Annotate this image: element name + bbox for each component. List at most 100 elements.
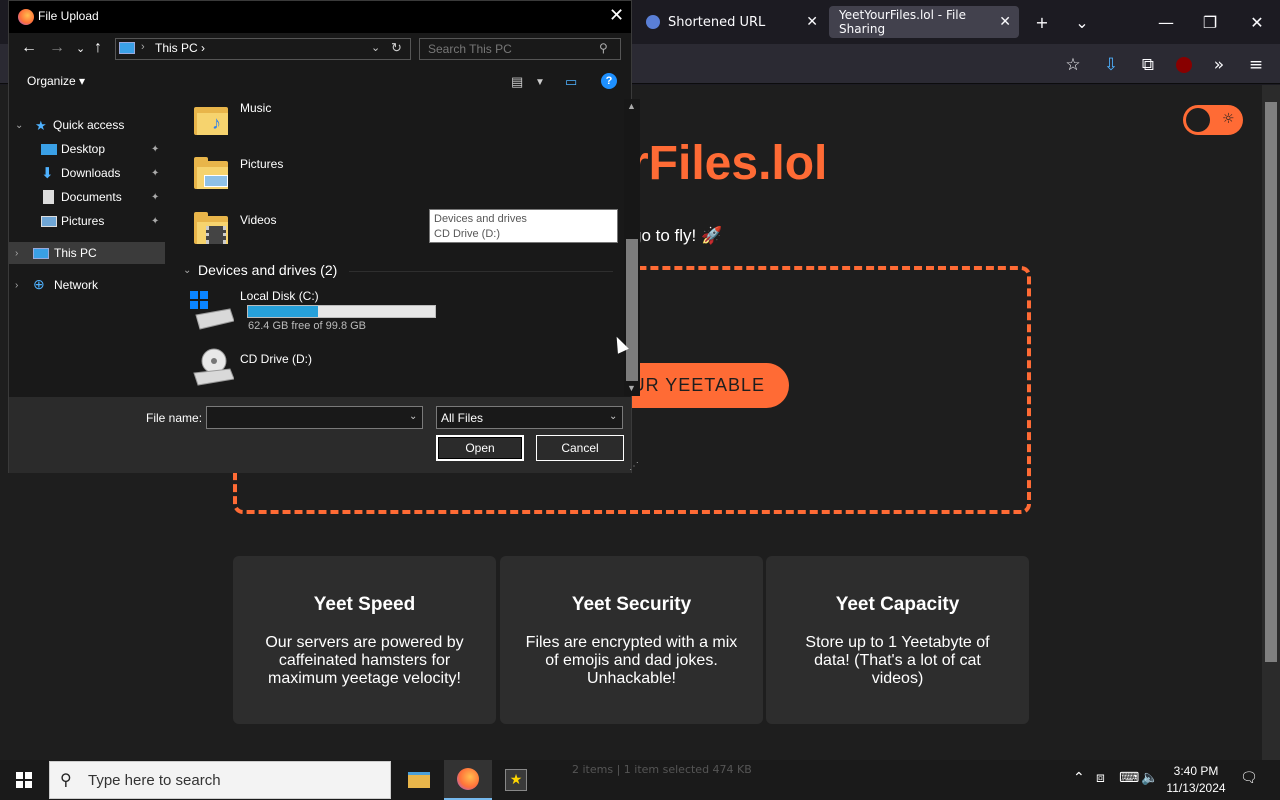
tray-security-icon[interactable]: ⧈ [1096,770,1105,786]
close-tab-icon[interactable]: ✕ [806,14,818,30]
document-icon [43,190,54,204]
group-collapse-chevron-icon[interactable]: ⌄ [183,265,191,276]
preview-pane-icon[interactable]: ▭ [565,74,577,90]
new-tab-button[interactable]: + [1032,12,1052,32]
refresh-icon[interactable]: ↻ [391,40,402,56]
minimize-icon[interactable]: — [1156,12,1176,32]
change-view-icon[interactable]: ▤ [511,74,523,90]
nav-quick-access[interactable]: ⌄ ★ Quick access [9,114,165,136]
address-dropdown-icon[interactable]: ⌄ [371,41,380,54]
file-type-select[interactable]: All Files [436,406,623,429]
forward-arrow-icon[interactable]: → [49,39,65,57]
nav-desktop[interactable]: Desktop ✦ [9,138,165,160]
app-taskbar-icon[interactable]: ★ [492,760,540,800]
file-name-dropdown-icon[interactable]: ⌄ [409,411,417,422]
star-icon: ★ [35,118,47,133]
tray-clock[interactable]: 3:40 PM 11/13/2024 [1166,763,1226,797]
nav-downloads[interactable]: ⬇ Downloads ✦ [9,162,165,184]
feature-text: Our servers are powered by caffeinated h… [265,634,464,687]
start-button[interactable] [0,760,48,800]
file-name-field[interactable] [206,406,423,429]
cd-drive-icon[interactable] [190,347,235,387]
feature-card-speed: Yeet Speed Our servers are powered by ca… [233,556,496,724]
back-arrow-icon[interactable]: ← [21,39,37,57]
close-window-icon[interactable]: ✕ [1247,12,1267,32]
folder-label-music[interactable]: Music [240,101,271,115]
nav-documents[interactable]: Documents ✦ [9,186,165,208]
tray-network-icon[interactable]: ⌨ [1119,770,1139,786]
computer-icon [119,42,135,54]
restore-icon[interactable]: ❐ [1200,12,1220,32]
pin-icon: ✦ [151,215,160,227]
tab-yeetyourfiles[interactable]: YeetYourFiles.lol - File Sharing ✕ [829,6,1019,38]
tray-volume-icon[interactable]: 🔈 [1141,770,1158,786]
cancel-button[interactable]: Cancel [536,435,624,461]
collapse-chevron-icon[interactable]: › [15,280,18,291]
clock-date: 11/13/2024 [1166,781,1226,795]
view-dropdown-icon[interactable]: ▼ [535,77,545,88]
expand-chevron-icon[interactable]: ⌄ [15,120,23,131]
clock-time: 3:40 PM [1173,764,1219,778]
site-title: rFiles.lol [630,137,828,190]
nav-this-pc[interactable]: › This PC [9,242,165,264]
help-icon[interactable]: ? [601,73,617,89]
file-list-scroll-thumb[interactable] [626,239,638,381]
pin-icon: ✦ [151,167,160,179]
bookmark-star-icon[interactable]: ☆ [1062,54,1084,76]
collapse-chevron-icon[interactable]: › [15,248,18,259]
overflow-chevron-icon[interactable]: » [1208,54,1230,76]
open-button[interactable]: Open [436,435,524,461]
search-input[interactable]: Search This PC [419,38,621,60]
globe-icon [646,15,660,29]
pictures-folder-icon[interactable] [194,155,228,189]
feature-title: Yeet Capacity [835,594,960,615]
organize-button[interactable]: Organize ▾ [27,74,85,88]
tray-chevron-up-icon[interactable]: ⌃ [1073,770,1085,786]
close-tab-icon[interactable]: ✕ [999,14,1011,30]
feature-text: Store up to 1 Yeetabyte of data! (That's… [805,634,990,687]
tab-shortened-url[interactable]: Shortened URL ✕ [636,6,826,38]
download-arrow-icon: ⬇ [41,165,54,182]
close-dialog-icon[interactable]: ✕ [609,5,624,26]
music-folder-icon[interactable]: ♪ [194,101,228,135]
folder-label-pictures[interactable]: Pictures [240,157,283,171]
recent-dropdown-icon[interactable]: ⌄ [76,42,85,55]
file-type-dropdown-icon[interactable]: ⌄ [609,411,617,422]
folder-label-videos[interactable]: Videos [240,213,276,227]
drive-free-space: 62.4 GB free of 99.8 GB [248,320,367,332]
scroll-down-icon[interactable]: ▼ [627,383,636,393]
breadcrumb[interactable]: This PC › [143,41,205,55]
chevron-down-icon[interactable]: ⌄ [1072,12,1092,32]
tab-title: Shortened URL [668,14,766,30]
page-scroll-thumb[interactable] [1265,102,1277,662]
feature-title: Yeet Speed [313,594,416,615]
search-icon: ⚲ [599,41,608,55]
feature-card-capacity: Yeet Capacity Store up to 1 Yeetabyte of… [766,556,1029,724]
drive-label-c[interactable]: Local Disk (C:) [240,289,319,303]
dialog-titlebar[interactable] [9,1,631,33]
ublock-icon[interactable] [1173,54,1195,76]
extensions-icon[interactable]: ⧉ [1137,54,1159,76]
taskbar-search-input[interactable]: Type here to search [49,761,391,799]
videos-folder-icon[interactable] [194,210,228,244]
nav-label: Documents [61,190,122,204]
resize-grip-icon[interactable]: ⋰ [629,461,639,472]
scroll-up-icon[interactable]: ▲ [627,101,636,111]
local-disk-icon[interactable] [190,291,235,331]
firefox-taskbar-icon[interactable] [444,760,492,800]
file-explorer-taskbar-icon[interactable] [395,760,443,800]
site-tagline: go to fly! 🚀 [632,226,723,245]
windows-logo-icon [16,772,32,788]
network-icon: ⊕ [33,276,45,292]
notifications-icon[interactable]: 🗨 [1240,770,1258,786]
nav-pictures[interactable]: Pictures ✦ [9,210,165,232]
drive-label-d[interactable]: CD Drive (D:) [240,352,312,366]
group-divider [349,271,613,272]
nav-network[interactable]: › ⊕ Network [9,274,165,296]
menu-icon[interactable]: ≡ [1245,54,1267,76]
downloads-icon[interactable]: ⇩ [1100,54,1122,76]
devices-group-header[interactable]: Devices and drives (2) [198,262,337,278]
pin-icon: ✦ [151,191,160,203]
navigation-pane: ⌄ ★ Quick access Desktop ✦ ⬇ Downloads ✦… [9,99,165,396]
up-arrow-icon[interactable]: ↑ [94,39,102,57]
